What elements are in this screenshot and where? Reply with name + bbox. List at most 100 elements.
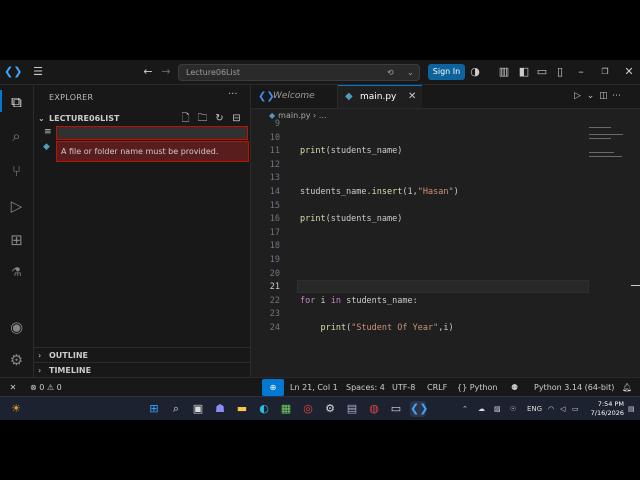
code-line[interactable]: 15: [251, 199, 640, 213]
new-file-icon[interactable]: 🗋: [177, 112, 194, 126]
minimap[interactable]: [589, 121, 629, 181]
tray-app-icon-2[interactable]: ▨: [494, 397, 501, 420]
weather-icon[interactable]: ☀: [8, 401, 24, 417]
python-interpreter[interactable]: Python 3.14 (64-bit): [534, 378, 614, 397]
code-line[interactable]: 20: [251, 267, 640, 281]
tab-welcome[interactable]: ❮❯ Welcome: [251, 85, 338, 108]
app-icon-2[interactable]: ◍: [366, 401, 382, 417]
minimize-icon[interactable]: –: [574, 60, 588, 84]
run-debug-icon[interactable]: ▷: [0, 197, 33, 215]
code-line[interactable]: 11 print(students_name): [251, 144, 640, 158]
notification-icon[interactable]: ▤: [628, 397, 635, 420]
battery-icon[interactable]: ▭: [572, 397, 579, 420]
file-explorer-icon[interactable]: ▬: [234, 401, 250, 417]
code-line[interactable]: 13: [251, 171, 640, 185]
tab-main-py[interactable]: ◆ main.py ✕: [338, 85, 422, 108]
sign-in-button[interactable]: Sign In: [428, 64, 465, 80]
settings-icon[interactable]: ⚙: [322, 401, 338, 417]
scrollbar-indicator[interactable]: [631, 285, 640, 286]
split-editor-icon[interactable]: ◫: [597, 85, 610, 108]
app-icon[interactable]: ▤: [344, 401, 360, 417]
line-number: 13: [269, 173, 280, 184]
code-line[interactable]: 9: [251, 117, 640, 131]
testing-icon[interactable]: ⚗: [0, 265, 33, 279]
toggle-panel-icon[interactable]: ▭: [535, 60, 549, 84]
toggle-sidebar-icon[interactable]: ▥: [497, 60, 511, 84]
edge-icon[interactable]: ◐: [256, 401, 272, 417]
code-line[interactable]: 16 print(students_name): [251, 212, 640, 226]
chevron-down-icon[interactable]: ⌄: [584, 85, 597, 108]
code-line[interactable]: 21: [251, 280, 640, 294]
more-actions-icon[interactable]: ⋯: [610, 85, 623, 108]
workspace-folder[interactable]: ⌄ LECTURE06LIST 🗋 🗀 ↻ ⊟: [34, 112, 250, 126]
tray-app-icon-3[interactable]: ☉: [510, 397, 516, 420]
language-mode[interactable]: {} Python: [457, 378, 497, 397]
cursor-position[interactable]: Ln 21, Col 1: [290, 378, 338, 397]
search-icon[interactable]: ⌕: [0, 127, 33, 145]
task-view-icon[interactable]: ▣: [190, 401, 206, 417]
code-line[interactable]: 12: [251, 158, 640, 172]
tray-app-icon[interactable]: ☁: [478, 397, 485, 420]
wifi-icon[interactable]: ◠: [548, 397, 554, 420]
chrome-icon[interactable]: ◎: [300, 401, 316, 417]
refresh-icon[interactable]: ↻: [211, 112, 228, 126]
remote-indicator-icon[interactable]: ✕: [0, 378, 26, 397]
account-icon[interactable]: ◉: [0, 318, 33, 336]
code-line[interactable]: 23: [251, 307, 640, 321]
copilot-status-icon[interactable]: ⚉: [511, 378, 518, 397]
code-line[interactable]: 14 students_name.insert(1,"Hasan"): [251, 185, 640, 199]
line-code: print(students_name): [300, 214, 403, 225]
store-icon[interactable]: ▦: [278, 401, 294, 417]
braces-icon: {}: [457, 383, 468, 392]
system-clock[interactable]: 7:54 PM 7/16/2026: [584, 400, 624, 418]
minimap-line: [589, 151, 615, 153]
indentation[interactable]: Spaces: 4: [346, 378, 385, 397]
more-actions-icon[interactable]: ···: [228, 89, 238, 100]
copilot-icon[interactable]: ⟲: [387, 65, 394, 80]
line-number: 17: [269, 227, 280, 238]
explorer-icon[interactable]: ⧉: [0, 90, 33, 112]
back-arrow-icon[interactable]: ←: [140, 60, 156, 84]
code-line[interactable]: 24 print("Student Of Year",i): [251, 321, 640, 335]
chevron-down-icon[interactable]: ⌄: [407, 65, 414, 80]
problems-indicator[interactable]: ⊗ 0 ⚠ 0: [30, 378, 62, 397]
close-tab-icon[interactable]: ✕: [408, 86, 416, 108]
code-line[interactable]: 10: [251, 131, 640, 145]
command-center-search[interactable]: Lecture06List ⟲ ⌄: [178, 64, 420, 81]
zoom-icon[interactable]: ⊕: [262, 379, 284, 396]
encoding[interactable]: UTF-8: [392, 378, 415, 397]
collapse-all-icon[interactable]: ⊟: [228, 112, 245, 126]
folder-name: LECTURE06LIST: [49, 114, 120, 123]
timeline-section[interactable]: › TIMELINE: [34, 362, 250, 378]
menu-icon[interactable]: ☰: [30, 60, 46, 84]
new-file-name-input[interactable]: [56, 126, 248, 140]
new-folder-icon[interactable]: 🗀: [194, 112, 211, 126]
code-line[interactable]: 19: [251, 253, 640, 267]
outline-section[interactable]: › OUTLINE: [34, 347, 250, 363]
run-icon[interactable]: ▷: [571, 85, 584, 108]
code-line[interactable]: 18: [251, 239, 640, 253]
timeline-label: TIMELINE: [49, 366, 92, 375]
close-window-icon[interactable]: ✕: [622, 60, 636, 84]
toggle-secondary-sidebar-icon[interactable]: ◧: [517, 60, 531, 84]
start-icon[interactable]: ⊞: [146, 401, 162, 417]
language-indicator[interactable]: ENG: [527, 397, 542, 420]
code-line[interactable]: 22 for i in students_name:: [251, 294, 640, 308]
search-icon[interactable]: ⌕: [168, 401, 184, 417]
accounts-icon[interactable]: ◑: [468, 60, 482, 84]
end-of-line[interactable]: CRLF: [427, 378, 447, 397]
source-control-icon[interactable]: ⑂: [0, 162, 33, 180]
terminal-icon[interactable]: ▭: [388, 401, 404, 417]
tray-chevron-icon[interactable]: ⌃: [462, 397, 468, 420]
code-line[interactable]: 17: [251, 226, 640, 240]
volume-icon[interactable]: ◁: [560, 397, 565, 420]
notifications-bell-icon[interactable]: 🔔︎: [622, 378, 632, 397]
restore-icon[interactable]: ❐: [598, 60, 612, 84]
python-file-icon: ◆: [345, 91, 353, 102]
settings-gear-icon[interactable]: ⚙: [0, 351, 33, 369]
vscode-taskbar-icon[interactable]: ❮❯: [410, 401, 428, 417]
extensions-icon[interactable]: ⊞: [0, 231, 33, 249]
customize-layout-icon[interactable]: ▯: [553, 60, 567, 84]
forward-arrow-icon[interactable]: →: [158, 60, 174, 84]
teams-icon[interactable]: ☗: [212, 401, 228, 417]
